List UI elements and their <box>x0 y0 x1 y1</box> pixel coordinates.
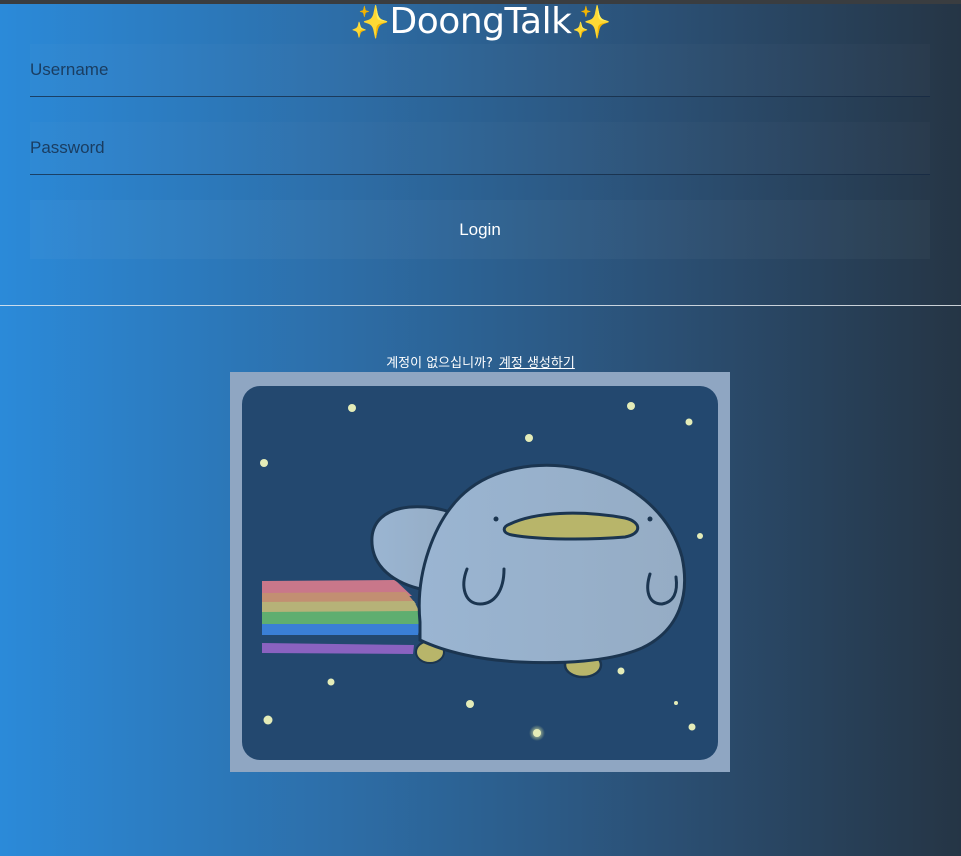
signup-prompt-text: 계정이 없으십니까? <box>386 356 493 371</box>
app-title-text: DoongTalk <box>389 1 572 42</box>
login-button[interactable]: Login <box>30 200 930 259</box>
section-divider <box>0 305 961 306</box>
username-field <box>30 44 930 97</box>
signup-prompt-row: 계정이 없으십니까? 계정 생성하기 <box>0 355 961 373</box>
sparkles-icon: ✨ <box>350 3 390 41</box>
mascot-image <box>242 386 718 760</box>
username-input[interactable] <box>30 44 930 96</box>
app-title: ✨DoongTalk✨ <box>0 0 961 44</box>
password-input[interactable] <box>30 122 930 174</box>
create-account-link[interactable]: 계정 생성하기 <box>499 356 575 371</box>
password-field <box>30 122 930 175</box>
sparkles-icon: ✨ <box>571 3 611 41</box>
login-form <box>30 44 930 200</box>
mascot-illustration <box>230 372 730 772</box>
